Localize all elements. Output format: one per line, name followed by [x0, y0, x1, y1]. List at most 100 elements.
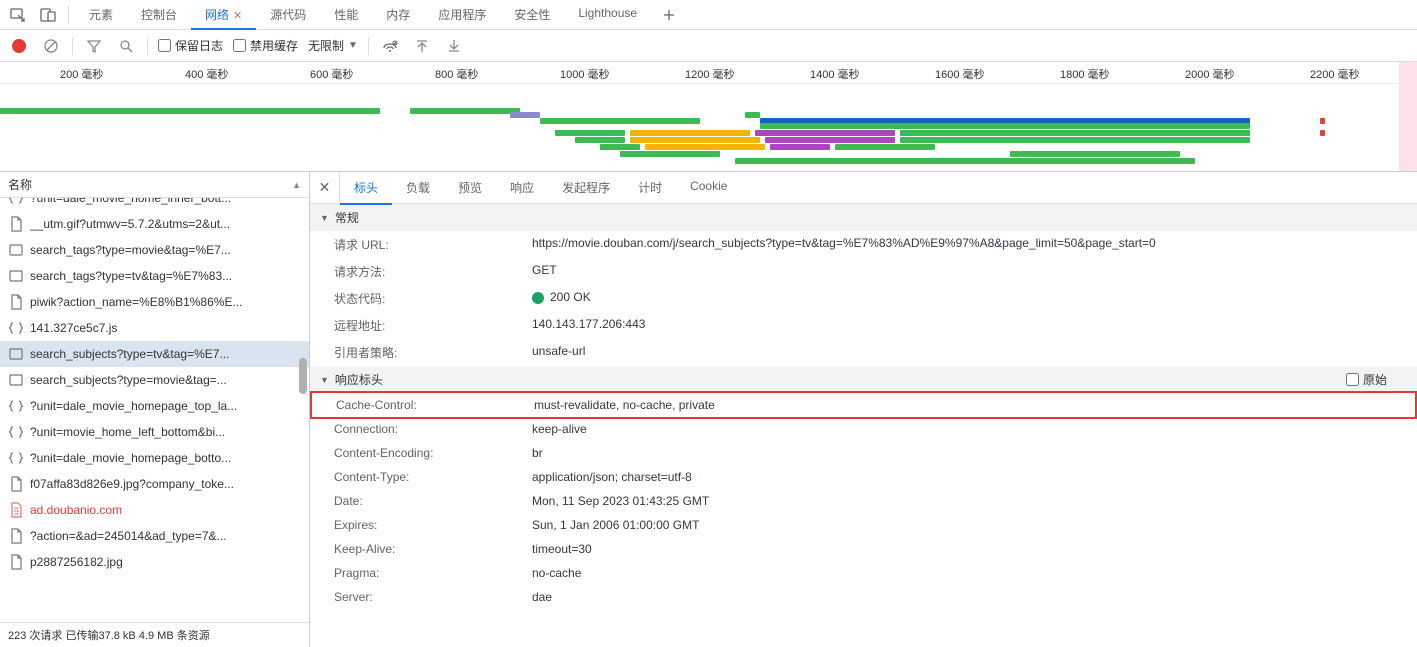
close-icon[interactable]: ✕ [310, 172, 340, 203]
close-tab-icon[interactable]: ✕ [233, 10, 242, 22]
request-name: search_tags?type=tv&tag=%E7%83... [30, 269, 232, 283]
timeline-bar [735, 158, 1195, 164]
rect-icon [8, 268, 24, 284]
bracket-icon [8, 424, 24, 440]
list-item[interactable]: ad.doubanio.com [0, 497, 309, 523]
header-value: unsafe-url [532, 344, 1405, 361]
timeline-bar [410, 108, 520, 114]
doc-icon [8, 502, 24, 518]
tick-label: 400 毫秒 [185, 66, 228, 82]
clear-button[interactable] [40, 35, 62, 57]
raw-checkbox[interactable]: 原始 [1346, 371, 1387, 388]
tab-性能[interactable]: 性能 [320, 0, 372, 29]
column-header-name[interactable]: 名称 ▲ [0, 172, 309, 198]
header-key: 请求方法: [322, 263, 532, 280]
tab-Lighthouse[interactable]: Lighthouse [564, 0, 651, 29]
timeline-bar [555, 130, 625, 136]
timeline-bar [0, 108, 380, 114]
header-row: Content-Encoding:br [310, 441, 1417, 465]
filter-icon[interactable] [83, 35, 105, 57]
section-general[interactable]: ▼ 常规 [310, 204, 1417, 231]
tab-内存[interactable]: 内存 [372, 0, 424, 29]
list-item[interactable]: piwik?action_name=%E8%B1%86%E... [0, 289, 309, 315]
rect-icon [8, 372, 24, 388]
list-item[interactable]: ?action=&ad=245014&ad_type=7&... [0, 523, 309, 549]
header-row: 请求 URL:https://movie.douban.com/j/search… [310, 231, 1417, 258]
detail-tab-响应[interactable]: 响应 [496, 172, 548, 204]
throttle-select[interactable]: 无限制▼ [308, 37, 358, 54]
file-icon [8, 216, 24, 232]
request-name: search_tags?type=movie&tag=%E7... [30, 243, 231, 257]
preserve-log-checkbox[interactable]: 保留日志 [158, 37, 223, 54]
request-name: ?unit=movie_home_left_bottom&bi... [30, 425, 225, 439]
list-item[interactable]: search_tags?type=tv&tag=%E7%83... [0, 263, 309, 289]
detail-tab-发起程序[interactable]: 发起程序 [548, 172, 624, 204]
tick-label: 1600 毫秒 [935, 66, 985, 82]
list-item[interactable]: ?unit=dale_movie_homepage_top_la... [0, 393, 309, 419]
timeline-bar [770, 144, 830, 150]
tab-网络[interactable]: 网络✕ [191, 0, 256, 29]
tick-label: 200 毫秒 [60, 66, 103, 82]
tab-安全性[interactable]: 安全性 [500, 0, 564, 29]
timeline-bar [745, 112, 760, 118]
detail-tab-Cookie[interactable]: Cookie [676, 172, 741, 204]
timeline-bar [900, 137, 1250, 143]
request-name: f07affa83d826e9.jpg?company_toke... [30, 477, 234, 491]
tick-label: 1800 毫秒 [1060, 66, 1110, 82]
list-item[interactable]: f07affa83d826e9.jpg?company_toke... [0, 471, 309, 497]
list-item[interactable]: ?unit=movie_home_left_bottom&bi... [0, 419, 309, 445]
tick-label: 1400 毫秒 [810, 66, 860, 82]
bracket-icon [8, 450, 24, 466]
bracket-icon [8, 320, 24, 336]
export-har-icon[interactable] [443, 35, 465, 57]
tab-元素[interactable]: 元素 [75, 0, 127, 29]
timeline-bar [540, 118, 700, 124]
header-row: Pragma:no-cache [310, 561, 1417, 585]
header-key: Pragma: [322, 566, 532, 580]
list-item[interactable]: p2887256182.jpg [0, 549, 309, 575]
detail-tab-负载[interactable]: 负载 [392, 172, 444, 204]
list-item[interactable]: ?unit=dale_movie_home_inner_bott... [0, 198, 309, 211]
add-tab-button[interactable] [653, 3, 685, 27]
network-conditions-icon[interactable] [379, 35, 401, 57]
inspect-element-icon[interactable] [10, 7, 26, 23]
status-dot-icon [532, 292, 544, 304]
header-value: https://movie.douban.com/j/search_subjec… [532, 236, 1405, 253]
search-icon[interactable] [115, 35, 137, 57]
list-item[interactable]: ?unit=dale_movie_homepage_botto... [0, 445, 309, 471]
scrollbar-thumb[interactable] [299, 358, 307, 394]
disable-cache-checkbox[interactable]: 禁用缓存 [233, 37, 298, 54]
timeline-bar [835, 144, 935, 150]
device-toolbar-icon[interactable] [40, 7, 56, 23]
list-item[interactable]: search_tags?type=movie&tag=%E7... [0, 237, 309, 263]
header-row: 请求方法:GET [310, 258, 1417, 285]
detail-tab-标头[interactable]: 标头 [340, 172, 392, 204]
record-button[interactable] [8, 35, 30, 57]
header-key: 引用者策略: [322, 344, 532, 361]
timeline-bar [760, 123, 1250, 129]
header-row: Server:dae [310, 585, 1417, 609]
list-item[interactable]: __utm.gif?utmwv=5.7.2&utms=2&ut... [0, 211, 309, 237]
tick-label: 800 毫秒 [435, 66, 478, 82]
triangle-down-icon: ▼ [320, 375, 329, 385]
header-value: GET [532, 263, 1405, 280]
import-har-icon[interactable] [411, 35, 433, 57]
timeline-bar [1320, 118, 1325, 124]
list-item[interactable]: search_subjects?type=tv&tag=%E7... [0, 341, 309, 367]
list-item[interactable]: search_subjects?type=movie&tag=... [0, 367, 309, 393]
tab-源代码[interactable]: 源代码 [256, 0, 320, 29]
section-response-headers[interactable]: ▼ 响应标头 原始 [310, 366, 1417, 393]
tick-label: 600 毫秒 [310, 66, 353, 82]
detail-tab-预览[interactable]: 预览 [444, 172, 496, 204]
request-name: ?action=&ad=245014&ad_type=7&... [30, 529, 227, 543]
file-icon [8, 476, 24, 492]
header-value: 200 OK [532, 290, 1405, 307]
header-value: dae [532, 590, 1405, 604]
network-toolbar: 保留日志 禁用缓存 无限制▼ [0, 30, 1417, 62]
tab-应用程序[interactable]: 应用程序 [424, 0, 500, 29]
tab-控制台[interactable]: 控制台 [127, 0, 191, 29]
detail-tab-计时[interactable]: 计时 [624, 172, 676, 204]
waterfall-timeline[interactable]: 200 毫秒400 毫秒600 毫秒800 毫秒1000 毫秒1200 毫秒14… [0, 62, 1417, 172]
list-item[interactable]: 141.327ce5c7.js [0, 315, 309, 341]
status-bar: 223 次请求 已传输37.8 kB 4.9 MB 条资源 [0, 622, 309, 647]
